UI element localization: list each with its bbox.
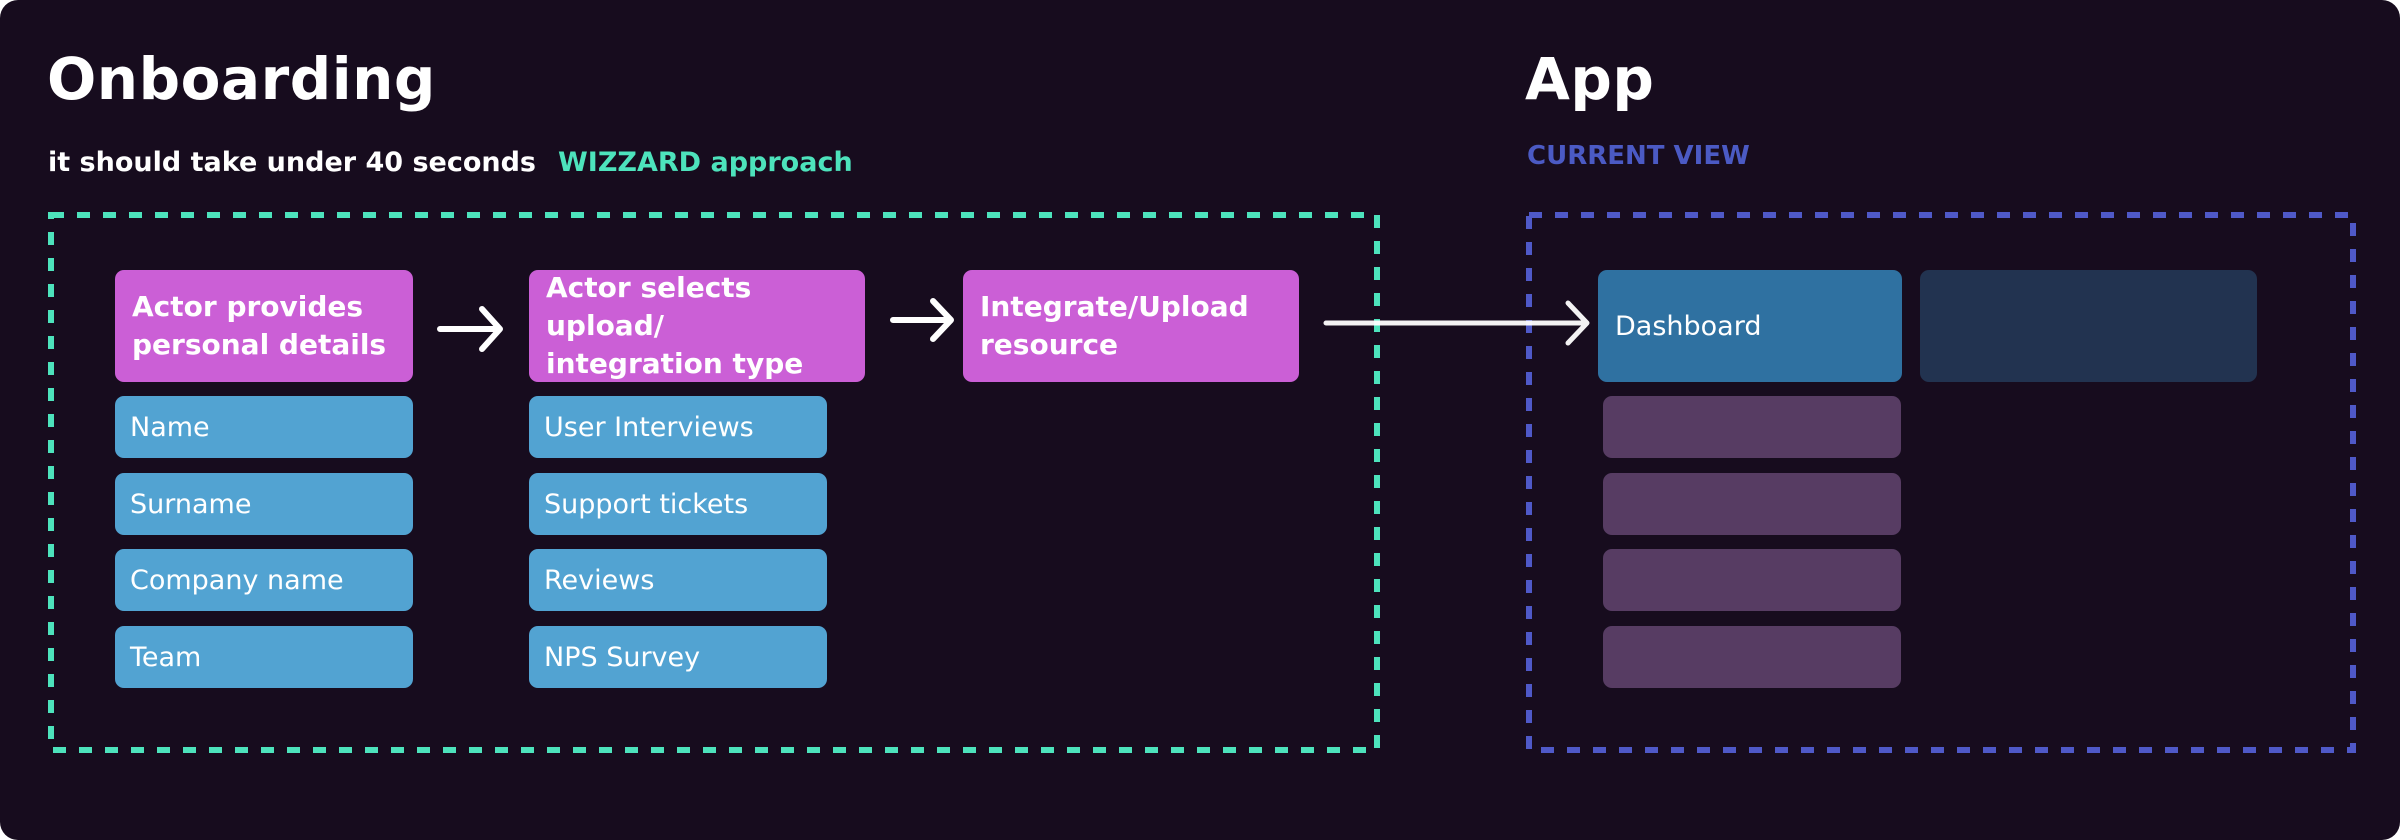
arrow-right-icon [437, 306, 503, 352]
field-card-surname[interactable]: Surname [115, 473, 413, 535]
app-title: App [1525, 45, 1655, 113]
approach-label: WIZZARD approach [558, 147, 853, 178]
step-card-integrate-upload[interactable]: Integrate/Upload resource [963, 270, 1299, 382]
arrow-right-icon [890, 298, 954, 342]
step-label: Integrate/Upload resource [980, 290, 1249, 361]
nav-placeholder [1603, 626, 1901, 688]
nav-placeholder [1603, 473, 1901, 535]
source-card-reviews[interactable]: Reviews [529, 549, 827, 611]
dashboard-card[interactable]: Dashboard [1598, 270, 1902, 382]
field-label: Team [130, 641, 202, 673]
source-label: User Interviews [544, 411, 754, 443]
field-card-team[interactable]: Team [115, 626, 413, 688]
diagram-canvas: Onboarding it should take under 40 secon… [0, 0, 2400, 840]
nav-placeholder [1603, 396, 1901, 458]
source-card-nps-survey[interactable]: NPS Survey [529, 626, 827, 688]
source-card-support-tickets[interactable]: Support tickets [529, 473, 827, 535]
step-card-personal-details[interactable]: Actor provides personal details [115, 270, 413, 382]
dashboard-label: Dashboard [1615, 310, 1762, 342]
step-card-integration-type[interactable]: Actor selects upload/ integration type [529, 270, 865, 382]
onboarding-subtitle: it should take under 40 seconds WIZZARD a… [48, 148, 853, 176]
nav-placeholder [1603, 549, 1901, 611]
step-label: Actor selects upload/ integration type [546, 271, 804, 380]
field-label: Name [130, 411, 210, 443]
onboarding-title: Onboarding [47, 45, 436, 113]
field-label: Surname [130, 488, 252, 520]
source-card-user-interviews[interactable]: User Interviews [529, 396, 827, 458]
field-label: Company name [130, 564, 344, 596]
source-label: Support tickets [544, 488, 749, 520]
source-label: Reviews [544, 564, 655, 596]
step-label: Actor provides personal details [132, 290, 387, 361]
current-view-label: CURRENT VIEW [1527, 141, 1750, 171]
content-area-placeholder [1920, 270, 2257, 382]
field-card-company-name[interactable]: Company name [115, 549, 413, 611]
field-card-name[interactable]: Name [115, 396, 413, 458]
source-label: NPS Survey [544, 641, 701, 673]
duration-note: it should take under 40 seconds [48, 147, 537, 178]
long-arrow-right-icon [1323, 300, 1590, 346]
